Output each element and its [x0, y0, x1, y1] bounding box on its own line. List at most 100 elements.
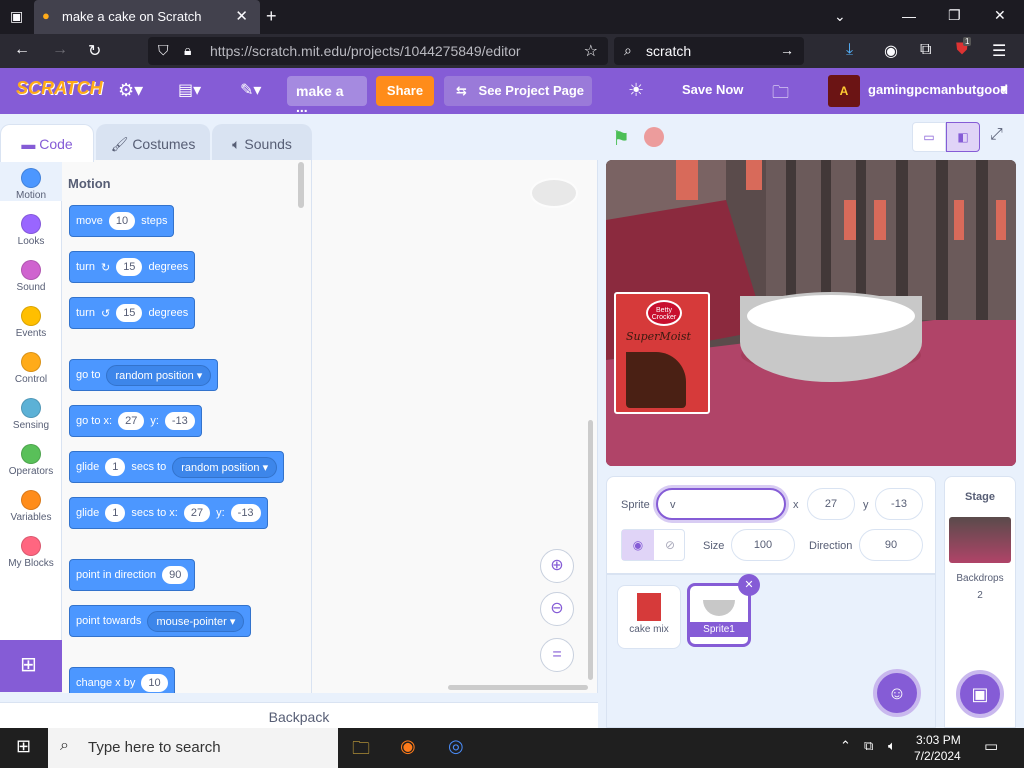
block-input[interactable]: 1: [105, 504, 126, 522]
reload-icon[interactable]: ↻: [88, 41, 101, 61]
file-menu-icon[interactable]: ▤▾: [178, 80, 201, 100]
forward-icon[interactable]: →: [52, 41, 68, 59]
normal-stage-button[interactable]: ◧: [946, 122, 980, 152]
url-bar[interactable]: ⛉ 🔒︎ https://scratch.mit.edu/projects/10…: [148, 37, 608, 65]
sprite-thumb-sprite1[interactable]: Sprite1 ✕: [687, 574, 760, 647]
account-chevron-down-icon[interactable]: ▼: [998, 82, 1010, 96]
block-dropdown[interactable]: mouse-pointer ▾: [147, 610, 245, 632]
category-variables[interactable]: Variables: [0, 484, 62, 523]
extensions-icon[interactable]: ⧉: [920, 41, 931, 59]
browser-tab[interactable]: ● make a cake on Scratch ✕: [34, 0, 260, 34]
project-title-input[interactable]: make a ...: [287, 76, 367, 115]
category-my-blocks[interactable]: My Blocks: [0, 530, 62, 569]
zoom-reset-button[interactable]: =: [540, 638, 574, 672]
save-now-button[interactable]: Save Now: [682, 82, 743, 97]
search-text[interactable]: scratch: [646, 43, 691, 59]
my-stuff-folder-icon[interactable]: 🗀: [772, 80, 789, 109]
hide-eye-icon[interactable]: ⊘: [654, 530, 686, 560]
choose-sprite-button[interactable]: ☺: [873, 669, 921, 717]
block-input[interactable]: -13: [164, 412, 195, 430]
sprite-thumb-cake-mix[interactable]: cake mix: [617, 585, 681, 649]
tab-code[interactable]: ▬ Code: [0, 124, 94, 162]
windows-start-icon[interactable]: ⊞: [16, 736, 31, 757]
taskbar-search[interactable]: ⌕ Type here to search: [48, 728, 338, 768]
restore-icon[interactable]: ❐: [948, 7, 961, 24]
category-looks[interactable]: Looks: [0, 208, 62, 247]
block-input[interactable]: 15: [116, 258, 143, 276]
green-flag-icon[interactable]: ⚑: [612, 126, 630, 151]
show-eye-icon[interactable]: ◉: [622, 530, 654, 560]
new-tab-icon[interactable]: +: [266, 6, 277, 27]
category-sensing[interactable]: Sensing: [0, 392, 62, 431]
avatar[interactable]: A: [828, 75, 860, 107]
file-explorer-icon[interactable]: 🗀: [352, 736, 370, 766]
category-operators[interactable]: Operators: [0, 438, 62, 477]
scratch-logo[interactable]: SCRATCH: [16, 78, 103, 99]
direction-input[interactable]: 90: [859, 529, 923, 561]
block-turn-right[interactable]: turn ↻ 15 degrees: [69, 251, 196, 283]
see-project-page-button[interactable]: ⇆ See Project Page: [444, 76, 592, 106]
search-box[interactable]: ⌕ scratch →: [614, 37, 804, 65]
block-input[interactable]: 10: [108, 212, 136, 230]
block-point-in-direction[interactable]: point in direction 90: [69, 559, 196, 591]
block-dropdown[interactable]: random position ▾: [106, 364, 212, 386]
chevron-down-icon[interactable]: ⌄: [834, 8, 846, 25]
clock-date[interactable]: 7/2/2024: [914, 749, 961, 763]
bookmark-star-icon[interactable]: ☆: [584, 41, 598, 61]
block-point-towards[interactable]: point towards mouse-pointer ▾: [69, 605, 252, 637]
network-icon[interactable]: ⧉: [864, 738, 873, 754]
close-window-icon[interactable]: ✕: [994, 7, 1006, 24]
share-button[interactable]: Share: [376, 76, 434, 106]
script-hscrollbar[interactable]: [448, 685, 588, 690]
tray-chevron-up-icon[interactable]: ⌃: [840, 738, 851, 754]
script-area[interactable]: ⊕ ⊖ =: [312, 160, 598, 693]
block-dropdown[interactable]: random position ▾: [172, 456, 278, 478]
block-move-steps[interactable]: move 10 steps: [69, 205, 175, 237]
zoom-in-button[interactable]: ⊕: [540, 549, 574, 583]
stop-icon[interactable]: [644, 127, 664, 147]
script-vscrollbar[interactable]: [588, 420, 593, 680]
block-change-x[interactable]: change x by 10: [69, 667, 175, 693]
tab-list-icon[interactable]: ▣: [10, 8, 23, 25]
y-input[interactable]: -13: [875, 488, 923, 520]
bowl-sprite[interactable]: [740, 292, 922, 382]
choose-backdrop-button[interactable]: ▣: [956, 670, 1004, 718]
zoom-out-button[interactable]: ⊖: [540, 592, 574, 626]
backdrop-thumb[interactable]: [949, 517, 1011, 563]
tab-sounds[interactable]: 🔈︎ Sounds: [212, 124, 312, 162]
edit-menu-icon[interactable]: ✎▾: [240, 80, 261, 100]
block-input[interactable]: 15: [116, 304, 143, 322]
block-input[interactable]: 10: [141, 674, 168, 692]
fullscreen-icon[interactable]: ⤢: [990, 126, 1003, 144]
search-go-icon[interactable]: →: [780, 42, 794, 58]
block-input[interactable]: 1: [105, 458, 126, 476]
block-glide-xy[interactable]: glide 1 secs to x: 27 y: -13: [69, 497, 268, 529]
stage-canvas[interactable]: Betty Crocker SuperMoist: [606, 160, 1016, 466]
block-input[interactable]: 90: [162, 566, 189, 584]
notifications-icon[interactable]: ▭: [984, 737, 998, 755]
small-stage-button[interactable]: ▭: [912, 122, 946, 152]
account-icon[interactable]: ◉: [884, 41, 898, 61]
category-motion[interactable]: Motion: [0, 162, 62, 201]
block-input[interactable]: 27: [183, 504, 211, 522]
shield-icon[interactable]: ⛉: [158, 42, 169, 59]
firefox-icon[interactable]: ◉: [400, 736, 416, 757]
menu-icon[interactable]: ☰: [992, 41, 1006, 61]
block-go-to-xy[interactable]: go to x: 27 y: -13: [69, 405, 202, 437]
size-input[interactable]: 100: [731, 529, 795, 561]
block-go-to[interactable]: go to random position ▾: [69, 359, 219, 391]
cake-mix-sprite[interactable]: Betty Crocker SuperMoist: [614, 292, 710, 414]
back-icon[interactable]: ←: [14, 41, 30, 59]
block-input[interactable]: 27: [118, 412, 145, 430]
block-glide-random[interactable]: glide 1 secs to random position ▾: [69, 451, 285, 483]
category-control[interactable]: Control: [0, 346, 62, 385]
chrome-icon[interactable]: ◎: [448, 736, 464, 757]
tab-costumes[interactable]: 🖌︎ Costumes: [96, 124, 210, 162]
username[interactable]: gamingpcmanbutgood: [868, 82, 1008, 97]
block-turn-left[interactable]: turn ↺ 15 degrees: [69, 297, 196, 329]
category-sound[interactable]: Sound: [0, 254, 62, 293]
block-input[interactable]: -13: [230, 504, 261, 522]
palette-scrollbar[interactable]: [298, 162, 304, 208]
clock-time[interactable]: 3:03 PM: [916, 733, 961, 747]
volume-icon[interactable]: 🔈︎: [888, 738, 896, 754]
